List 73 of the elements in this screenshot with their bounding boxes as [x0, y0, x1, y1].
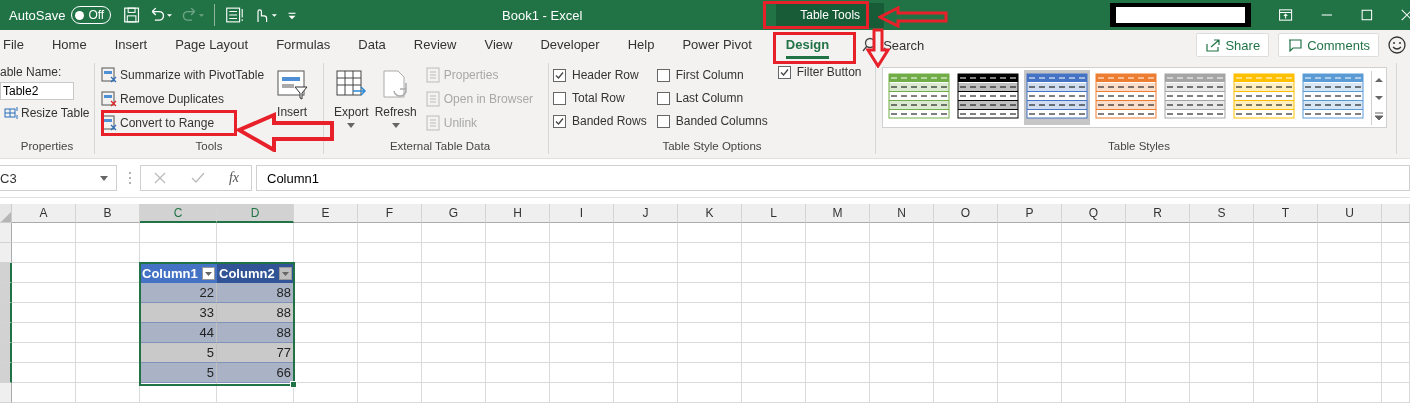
resize-table-button[interactable]: Resize Table [0, 103, 94, 123]
table-cell: 66 [217, 363, 294, 383]
option-checkbox[interactable]: Last Column [656, 88, 768, 108]
share-button[interactable]: Share [1196, 33, 1270, 57]
ribbon-command[interactable]: Summarize with PivotTable [97, 65, 269, 85]
column-header[interactable]: A [12, 204, 76, 223]
name-box[interactable]: C3 [0, 165, 117, 191]
group-label: Tools [195, 140, 223, 154]
ribbon-tab[interactable]: Data [358, 31, 386, 59]
column-header[interactable]: L [742, 204, 806, 223]
option-checkbox[interactable]: Header Row [553, 65, 647, 85]
group-label: Table Styles [1108, 140, 1170, 154]
column-header[interactable]: I [550, 204, 614, 223]
column-header[interactable]: O [934, 204, 998, 223]
column-header[interactable]: S [1190, 204, 1254, 223]
search-field[interactable]: Search [881, 36, 976, 54]
header-text: Column1 [142, 265, 198, 281]
autosave-label: AutoSave [9, 7, 66, 23]
insert-slicer-button[interactable]: Insert [274, 65, 311, 123]
ribbon-tab[interactable]: File [3, 31, 24, 59]
column-header[interactable]: J [614, 204, 678, 223]
ribbon-tab[interactable]: Power Pivot [682, 31, 752, 59]
group-label: External Table Data [389, 140, 491, 154]
column-header[interactable]: R [1126, 204, 1190, 223]
column-header[interactable]: M [806, 204, 870, 223]
column-header[interactable]: C [140, 204, 217, 223]
table-cell: 88 [217, 323, 294, 343]
column-header[interactable]: T [1254, 204, 1318, 223]
table-cell: 77 [217, 343, 294, 363]
option-checkbox[interactable]: Total Row [553, 88, 647, 108]
column-header[interactable]: K [678, 204, 742, 223]
formula-field[interactable]: Column1 [256, 165, 1410, 191]
ribbon-tab[interactable]: Developer [540, 31, 600, 59]
window-title: Book1 - Excel [502, 7, 583, 23]
ribbon-tab[interactable]: Page Layout [175, 31, 249, 59]
option-checkbox[interactable]: Filter Button [777, 65, 862, 79]
table-cell: 88 [217, 283, 294, 303]
table-cell: 22 [140, 283, 217, 303]
table-cell: 44 [140, 323, 217, 343]
ribbon-tab[interactable]: Review [413, 31, 457, 59]
column-header[interactable]: D [217, 204, 294, 223]
ribbon-tab[interactable]: View [484, 31, 513, 59]
option-checkbox[interactable]: Banded Columns [656, 111, 768, 131]
column-header[interactable]: E [294, 204, 358, 223]
group-label: Table Style Options [662, 140, 762, 154]
column-header[interactable]: U [1318, 204, 1382, 223]
table-cell: 5 [140, 343, 217, 363]
ribbon-tab[interactable]: Home [51, 31, 87, 59]
table-cell: 33 [140, 303, 217, 323]
ribbon-command[interactable]: Remove Duplicates [97, 89, 269, 109]
export-button[interactable]: Export [332, 65, 371, 132]
table-name-field[interactable]: Table2 [0, 82, 74, 100]
ribbon-command[interactable]: Convert to Range [97, 113, 269, 133]
table-cell: 88 [217, 303, 294, 323]
column-header[interactable]: G [422, 204, 486, 223]
option-checkbox[interactable]: Banded Rows [553, 111, 647, 131]
column-header[interactable]: N [870, 204, 934, 223]
column-header[interactable]: F [358, 204, 422, 223]
column-header[interactable]: Q [1062, 204, 1126, 223]
refresh-button[interactable]: Refresh [372, 65, 419, 132]
ribbon-tab[interactable]: Help [627, 31, 655, 59]
column-header[interactable]: H [486, 204, 550, 223]
table-cell: 5 [140, 363, 217, 383]
column-header[interactable]: P [998, 204, 1062, 223]
comments-button[interactable]: Comments [1278, 33, 1379, 57]
option-checkbox[interactable]: First Column [656, 65, 768, 85]
table-name-label: able Name: [0, 65, 62, 79]
insert-function-button[interactable]: fx [228, 170, 239, 186]
group-label: Properties [20, 140, 74, 154]
header-text: Column2 [219, 265, 275, 281]
ribbon-tab[interactable]: Formulas [276, 31, 331, 59]
ribbon-tab[interactable]: Insert [114, 31, 148, 59]
column-header[interactable]: B [76, 204, 140, 223]
